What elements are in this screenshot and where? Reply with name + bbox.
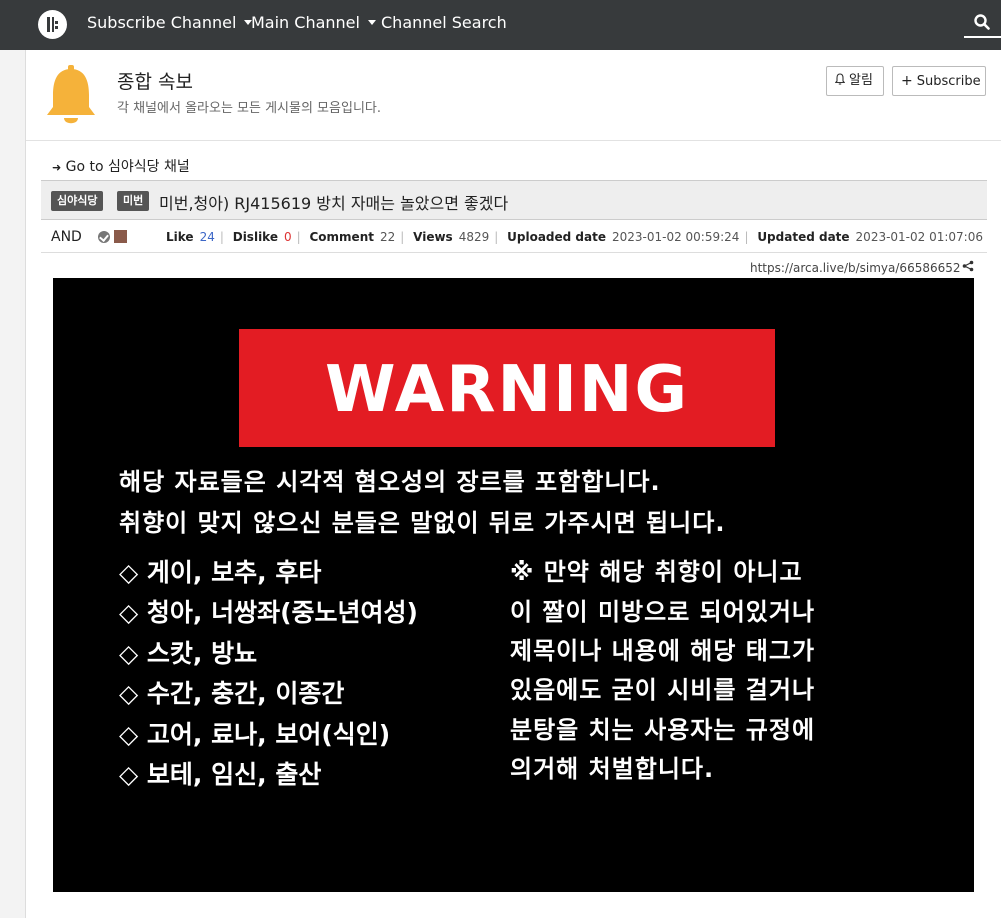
warning-note-line: 제목이나 내용에 해당 태그가 <box>510 637 816 665</box>
verified-icon <box>98 231 110 243</box>
bell-icon <box>47 65 95 124</box>
notification-button-label: 알림 <box>849 73 873 88</box>
warning-genre-item: ◇ 스캇, 방뇨 <box>119 639 258 668</box>
nav-subscribe-channel-label: Subscribe Channel <box>87 13 237 32</box>
divider: | <box>219 230 224 244</box>
warning-note-line: 의거해 처벌합니다. <box>510 755 715 783</box>
warning-note-line: 분탕을 치는 사용자는 규정에 <box>510 716 816 744</box>
like-count: 24 <box>199 230 215 244</box>
arrow-right-icon: ➜ <box>52 161 62 174</box>
post-title: 미번,청아) RJ415619 방치 자매는 놀았으면 좋겠다 <box>159 194 509 213</box>
channel-logo[interactable] <box>38 10 67 39</box>
nav-subscribe-channel[interactable]: Subscribe Channel <box>87 13 253 32</box>
divider: | <box>296 230 301 244</box>
views-label: Views <box>413 230 453 244</box>
comment-label: Comment <box>309 230 374 244</box>
go-to-channel-label: Go to 심야식당 채널 <box>65 159 190 175</box>
share-icon[interactable] <box>962 260 974 272</box>
post-stats: Like 24 | Dislike 0 | Comment 22 | Views 4829 | … <box>166 230 983 244</box>
warning-note-line: 이 짤이 미방으로 되어있거나 <box>510 598 816 626</box>
divider: | <box>400 230 405 244</box>
header-divider <box>26 140 1001 141</box>
board-title: 종합 속보 <box>117 71 193 93</box>
bell-outline-icon <box>834 73 846 85</box>
subscribe-button-label: Subscribe <box>916 74 981 89</box>
uploaded-date: 2023-01-02 00:59:24 <box>611 230 740 244</box>
nav-main-channel[interactable]: Main Channel <box>251 13 376 32</box>
warning-genre-item: ◇ 게이, 보추, 후타 <box>119 558 322 587</box>
divider: | <box>494 230 499 244</box>
updated-date-label: Updated date <box>757 230 850 244</box>
warning-banner: WARNING <box>239 329 775 447</box>
warning-genre-item: ◇ 고어, 료나, 보어(식인) <box>119 720 391 749</box>
uploaded-date-label: Uploaded date <box>507 230 606 244</box>
category-badge[interactable]: 미번 <box>117 191 150 211</box>
avatar <box>114 230 127 243</box>
views-count: 4829 <box>458 230 490 244</box>
subscribe-button[interactable]: + Subscribe <box>892 66 986 96</box>
nav-channel-search[interactable]: Channel Search <box>381 13 507 32</box>
search-input[interactable] <box>964 12 1001 38</box>
like-label: Like <box>166 230 194 244</box>
warning-genre-item: ◇ 보테, 임신, 출산 <box>119 760 322 789</box>
dislike-label: Dislike <box>232 230 278 244</box>
comment-count: 22 <box>379 230 396 244</box>
logo-glyph-icon <box>47 17 58 32</box>
board-description: 각 채널에서 올라오는 모든 게시물의 모음입니다. <box>117 101 381 116</box>
post-meta: AND Like 24 | Dislike 0 | Comment 22 | Views 48… <box>41 221 987 253</box>
main-content: 종합 속보 각 채널에서 올라오는 모든 게시물의 모음입니다. 알림 + Sub… <box>25 50 1001 918</box>
warning-intro-line: 취향이 맞지 않으신 분들은 말없이 뒤로 가주시면 됩니다. <box>119 509 726 537</box>
updated-date: 2023-01-02 01:07:06 <box>855 230 983 244</box>
warning-genre-item: ◇ 수간, 충간, 이종간 <box>119 679 345 708</box>
nav-channel-search-label: Channel Search <box>381 13 507 32</box>
notification-button[interactable]: 알림 <box>826 66 884 96</box>
chevron-down-icon <box>367 20 376 25</box>
warning-image: WARNING 해당 자료들은 시각적 혐오성의 장르를 포함합니다. 취향이 … <box>53 278 974 892</box>
search-icon[interactable] <box>974 14 990 30</box>
post-title-bar: 심야식당 미번 미번,청아) RJ415619 방치 자매는 놀았으면 좋겠다 <box>41 180 987 220</box>
warning-note-line: ※ 만약 해당 취향이 아니고 <box>510 558 803 586</box>
warning-genre-item: ◇ 청아, 너쌍좌(중노년여성) <box>119 598 418 627</box>
dislike-count: 0 <box>283 230 292 244</box>
category-badge[interactable]: 심야식당 <box>51 191 104 211</box>
post-url[interactable]: https://arca.live/b/simya/66586652 <box>750 261 961 275</box>
warning-intro-line: 해당 자료들은 시각적 혐오성의 장르를 포함합니다. <box>119 468 661 496</box>
divider: | <box>744 230 749 244</box>
plus-icon: + <box>901 73 913 89</box>
warning-heading: WARNING <box>325 353 689 427</box>
nav-main-channel-label: Main Channel <box>251 13 360 32</box>
go-to-channel-link[interactable]: ➜ Go to 심야식당 채널 <box>52 156 190 176</box>
top-navbar: Subscribe Channel Main Channel Channel S… <box>0 0 1001 50</box>
author-name[interactable]: AND <box>51 229 82 245</box>
warning-note-line: 있음에도 굳이 시비를 걸거나 <box>510 676 816 704</box>
